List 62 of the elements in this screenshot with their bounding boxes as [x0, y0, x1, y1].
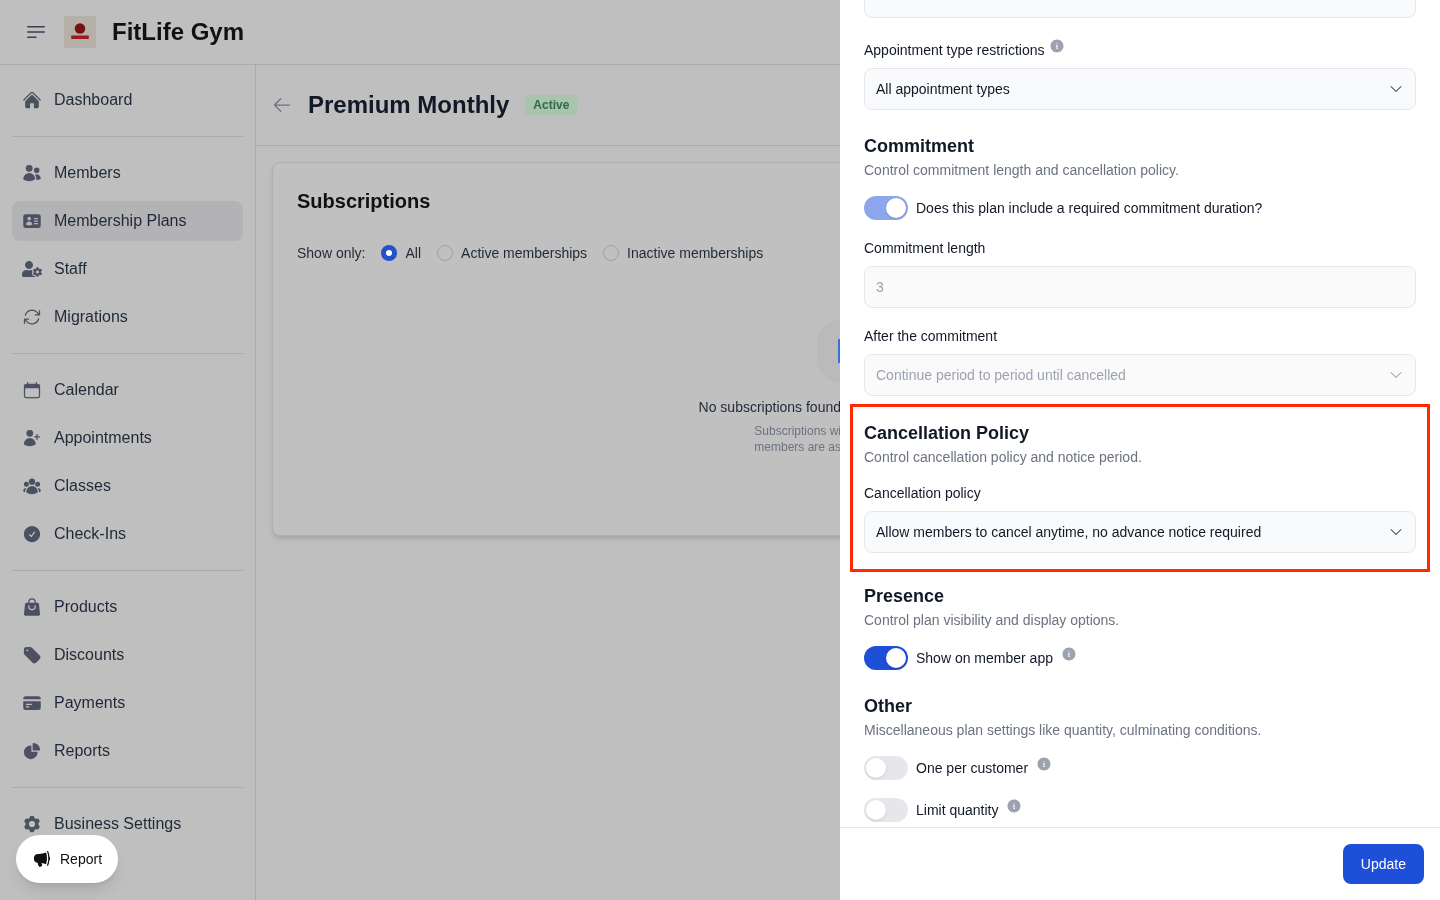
sidebar-item[interactable]: Calendar	[12, 370, 243, 410]
section-title: Cancellation Policy	[864, 422, 1031, 445]
toggle-label: Limit quantity	[916, 801, 999, 820]
radio-option[interactable]: All	[381, 243, 422, 263]
sidebar-item[interactable]: Payments	[12, 683, 243, 723]
sidebar-item[interactable]: Products	[12, 587, 243, 627]
id-card-icon	[22, 211, 42, 231]
field-label: After the commitment	[864, 327, 998, 346]
sidebar-item[interactable]: Members	[12, 153, 243, 193]
megaphone-icon	[32, 849, 52, 869]
toggle-switch[interactable]	[864, 756, 908, 780]
brand-name: FitLife Gym	[112, 17, 244, 47]
field-label: Commitment length	[864, 239, 986, 258]
toggle-label: Does this plan include a required commitment duration?	[916, 199, 1263, 218]
section-title: Commitment	[864, 135, 975, 158]
sidebar-item[interactable]: Appointments	[12, 418, 243, 458]
filter-label: Show only:	[297, 244, 366, 263]
home-icon	[22, 90, 42, 110]
section-description: Control plan visibility and display options.	[864, 611, 1121, 630]
section-description: Control commitment length and cancellation policy.	[864, 161, 1180, 180]
pie-chart-icon	[22, 741, 42, 761]
calendar-icon	[22, 380, 42, 400]
toggle-label: One per customer	[916, 759, 1029, 778]
radio-option[interactable]: Active memberships	[437, 243, 588, 263]
report-button[interactable]: Report	[16, 835, 119, 883]
sidebar-item[interactable]: Reports	[12, 731, 243, 771]
section-title: Presence	[864, 585, 946, 608]
logo-picture	[64, 16, 96, 48]
section-title: Other	[864, 695, 913, 718]
sidebar-item[interactable]: Dashboard	[12, 80, 243, 120]
section-description: Miscellaneous plan settings like quantity, culminating conditions.	[864, 721, 1263, 740]
sidebar-item[interactable]: Membership Plans	[12, 201, 243, 241]
back-arrow-icon[interactable]	[272, 95, 292, 115]
toggle-label: Show on member app	[916, 649, 1053, 668]
sidebar-item[interactable]: Staff	[12, 249, 243, 289]
status-badge: Active	[525, 95, 578, 115]
select-field[interactable]	[864, 0, 1416, 18]
sidebar-item[interactable]: Discounts	[12, 635, 243, 675]
radio-option[interactable]: Inactive memberships	[603, 243, 764, 263]
user-gear-icon	[22, 259, 42, 279]
empty-state-title: No subscriptions found	[698, 398, 840, 417]
card-title: Subscriptions	[297, 189, 432, 214]
section-description: Control cancellation policy and notice period.	[864, 448, 1143, 467]
sidebar-item[interactable]: Migrations	[12, 297, 243, 337]
select-field[interactable]: Allow members to cancel anytime, no advance notice required	[864, 511, 1416, 553]
credit-card-icon	[22, 693, 42, 713]
field-label: Appointment type restrictions	[864, 41, 1045, 60]
bag-icon	[22, 597, 42, 617]
update-button[interactable]: Update	[1342, 844, 1424, 884]
select-field[interactable]: All appointment types	[864, 68, 1416, 110]
people-icon	[22, 163, 42, 183]
toggle-switch[interactable]	[864, 798, 908, 822]
page-title: Premium Monthly	[308, 90, 510, 120]
field-label: Cancellation policy	[864, 484, 981, 503]
settings-icon	[22, 814, 42, 834]
sidebar-item[interactable]: Classes	[12, 466, 243, 506]
sidebar-item[interactable]: Check-Ins	[12, 514, 243, 554]
toggle-switch[interactable]	[864, 646, 908, 670]
user-plus-icon	[22, 428, 42, 448]
tag-icon	[22, 645, 42, 665]
empty-state-text: Subscriptions wi members are as	[754, 423, 840, 455]
group-icon	[22, 476, 42, 496]
